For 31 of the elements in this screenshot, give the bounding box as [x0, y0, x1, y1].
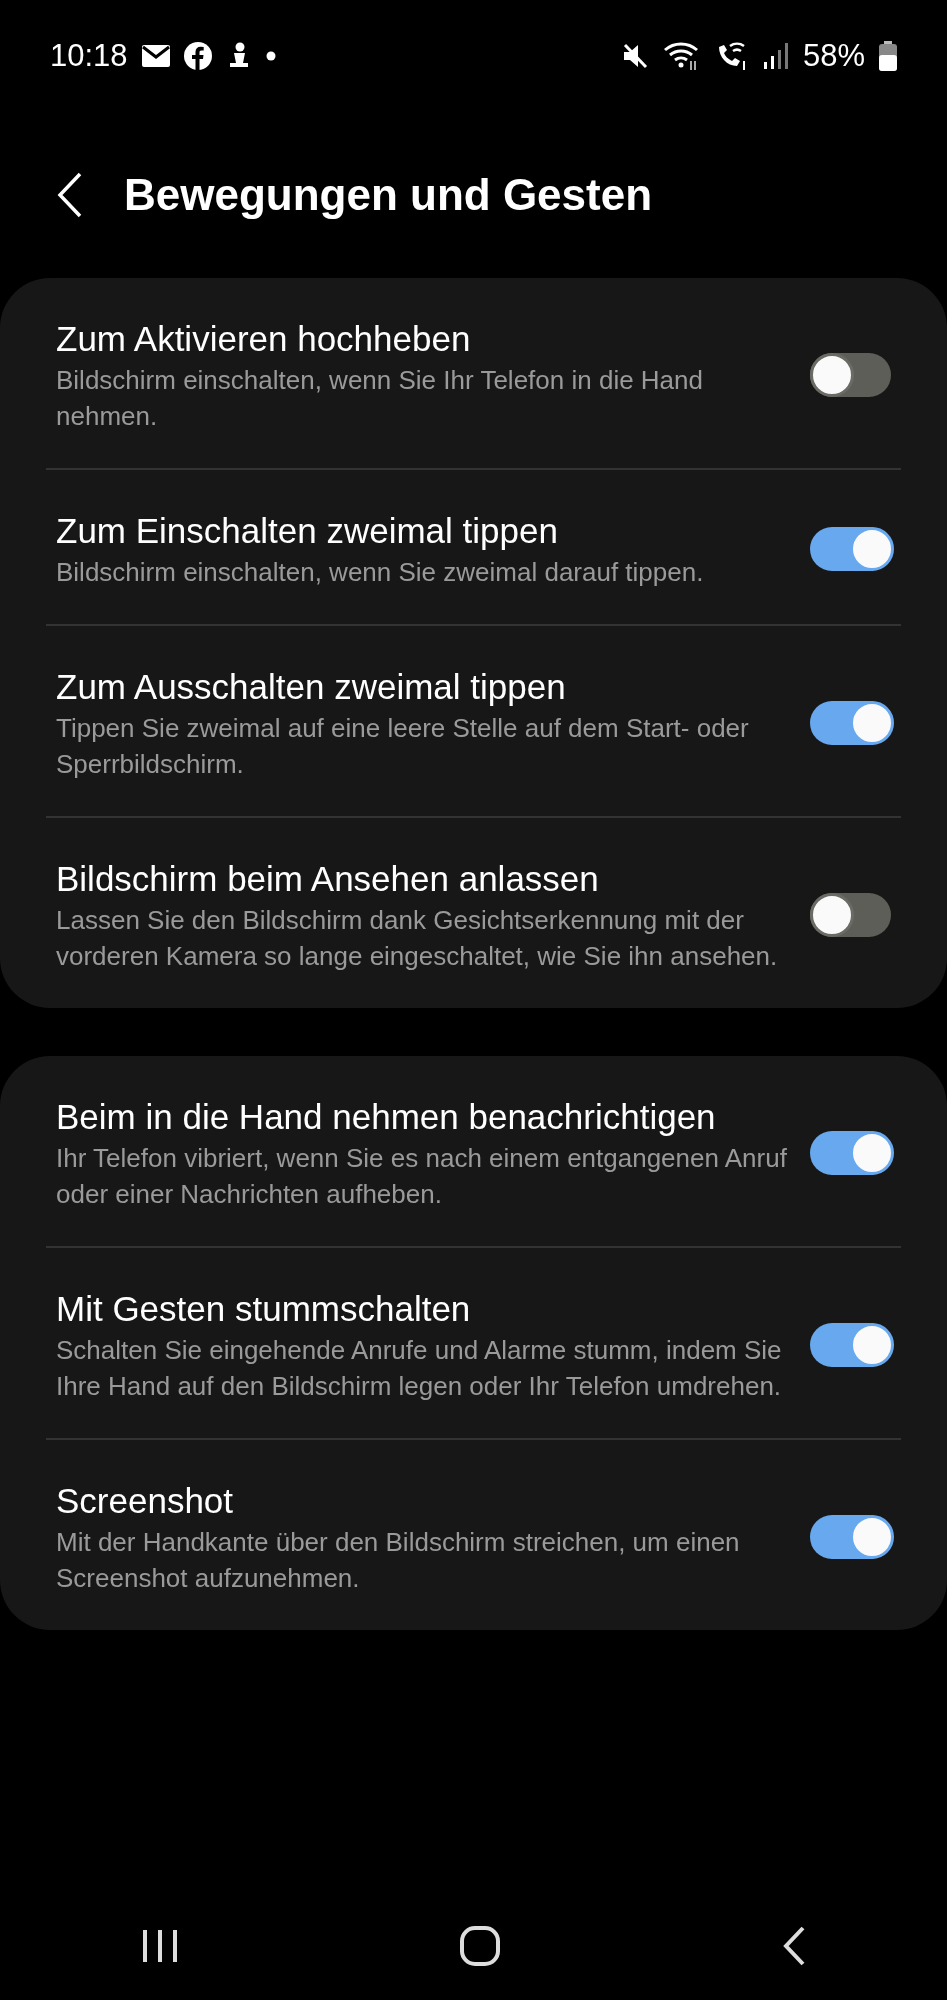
dot-icon — [265, 51, 276, 61]
toggle-switch[interactable] — [809, 893, 891, 937]
setting-title: Screenshot — [56, 1480, 235, 1522]
toggle-switch[interactable] — [809, 1323, 891, 1367]
setting-description: Ihr Telefon vibriert, wenn Sie es nach einem entgangenen Anruf oder einer Nachrichten aufheben. — [56, 1142, 788, 1211]
facebook-icon — [183, 42, 212, 70]
home-button[interactable] — [459, 1925, 502, 1967]
setting-description: Lassen Sie den Bildschirm dank Gesichtserkennung mit der vorderen Kamera so lange eingeschaltet, wie Sie ihn ansehen. — [56, 904, 779, 973]
setting-description: Bildschirm einschalten, wenn Sie Ihr Telefon in die Hand nehmen. — [56, 364, 704, 433]
setting-title: Zum Aktivieren hochheben — [56, 318, 472, 360]
setting-title: Zum Einschalten zweimal tippen — [56, 510, 559, 552]
page-title: Bewegungen und Gesten — [124, 170, 653, 220]
mail-icon — [141, 45, 170, 67]
signal-icon — [762, 42, 789, 70]
setting-description: Mit der Handkante über den Bildschirm streichen, um einen Screenshot aufzunehmen. — [56, 1526, 741, 1595]
toggle-switch[interactable] — [809, 353, 891, 397]
setting-title: Bildschirm beim Ansehen anlassen — [56, 858, 600, 900]
setting-title: Zum Ausschalten zweimal tippen — [56, 666, 567, 708]
toggle-switch[interactable] — [809, 527, 891, 571]
clock-time: 10:18 — [50, 38, 128, 74]
setting-title: Beim in die Hand nehmen benachrichtigen — [56, 1096, 717, 1138]
battery-icon — [879, 41, 897, 71]
toggle-switch[interactable] — [809, 1515, 891, 1559]
toggle-switch[interactable] — [809, 1131, 891, 1175]
setting-description: Tippen Sie zweimal auf eine leere Stelle auf dem Start- oder Sperrbildschirm. — [56, 712, 750, 781]
setting-description: Bildschirm einschalten, wenn Sie zweimal darauf tippen. — [56, 556, 705, 589]
setting-title: Mit Gesten stummschalten — [56, 1288, 472, 1330]
battery-percentage: 58% — [802, 38, 865, 74]
back-button[interactable] — [56, 172, 84, 218]
setting-description: Schalten Sie eingehende Anrufe und Alarme stumm, indem Sie Ihre Hand auf den Bildschirm legen oder Ihr Telefon umdrehen. — [56, 1334, 783, 1403]
toggle-switch[interactable] — [809, 701, 891, 745]
